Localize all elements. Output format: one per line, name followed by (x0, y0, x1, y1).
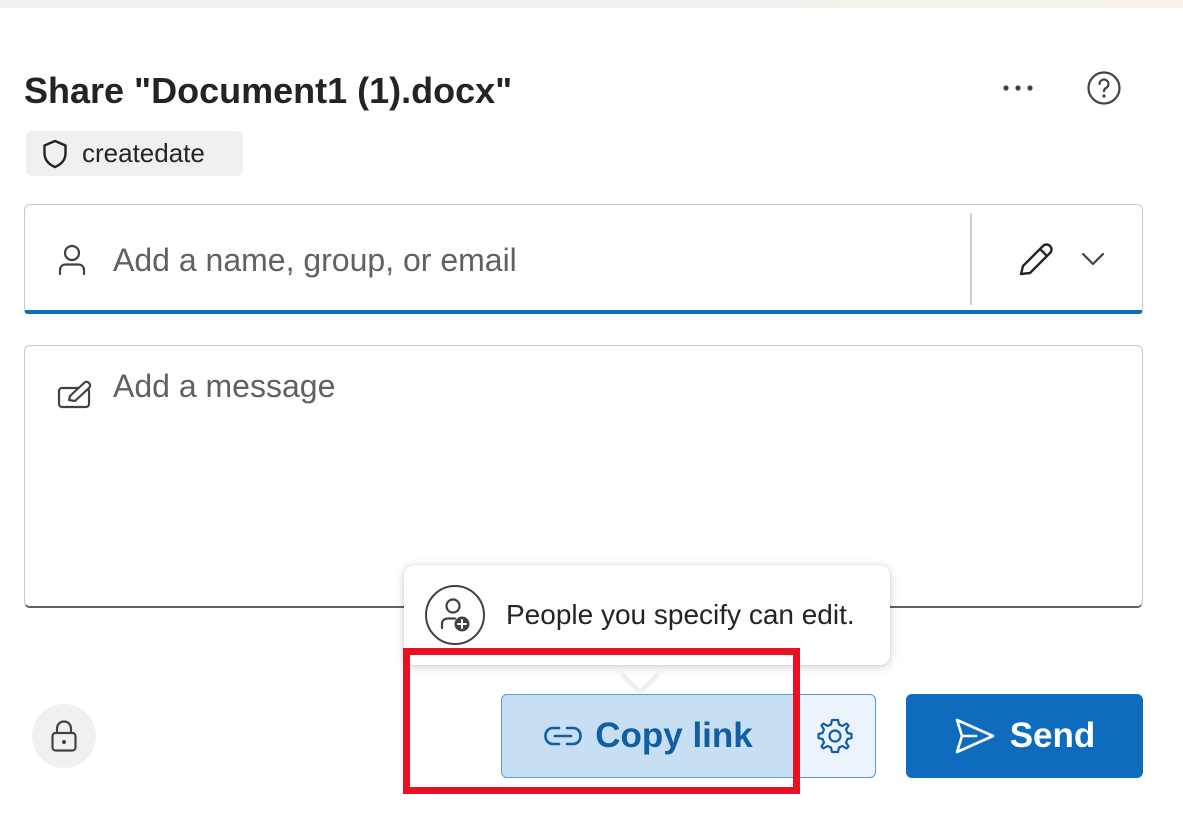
question-circle-icon (1087, 71, 1121, 105)
sensitivity-label[interactable]: createdate (26, 131, 243, 176)
gear-icon (817, 718, 853, 754)
more-options-button[interactable] (994, 66, 1042, 110)
help-button[interactable] (1080, 66, 1128, 110)
pencil-icon (1019, 243, 1053, 276)
compose-icon (57, 380, 92, 409)
person-add-icon (425, 585, 485, 645)
person-icon (58, 244, 86, 276)
dialog-title: Share "Document1 (1).docx" (24, 70, 513, 111)
link-icon (544, 726, 583, 746)
shield-icon (43, 139, 67, 168)
message-input[interactable] (113, 368, 1113, 578)
permission-dropdown[interactable] (985, 219, 1135, 299)
send-button[interactable]: Send (906, 694, 1143, 778)
chevron-down-icon (1081, 252, 1105, 266)
field-divider (970, 213, 972, 305)
more-horizontal-icon (1003, 85, 1033, 91)
copy-link-label: Copy link (595, 716, 753, 755)
sensitivity-label-text: createdate (82, 138, 205, 168)
send-icon (955, 718, 995, 754)
lock-button[interactable] (32, 704, 96, 768)
top-strip (0, 0, 1183, 8)
copy-link-button[interactable]: Copy link (501, 694, 795, 778)
people-input[interactable] (113, 235, 953, 285)
tooltip-text: People you specify can edit. (506, 599, 855, 630)
permission-tooltip: People you specify can edit. (404, 565, 890, 665)
people-picker (24, 204, 1143, 314)
send-label: Send (1009, 716, 1096, 755)
link-settings-button[interactable] (794, 694, 876, 778)
lock-icon (51, 720, 77, 752)
